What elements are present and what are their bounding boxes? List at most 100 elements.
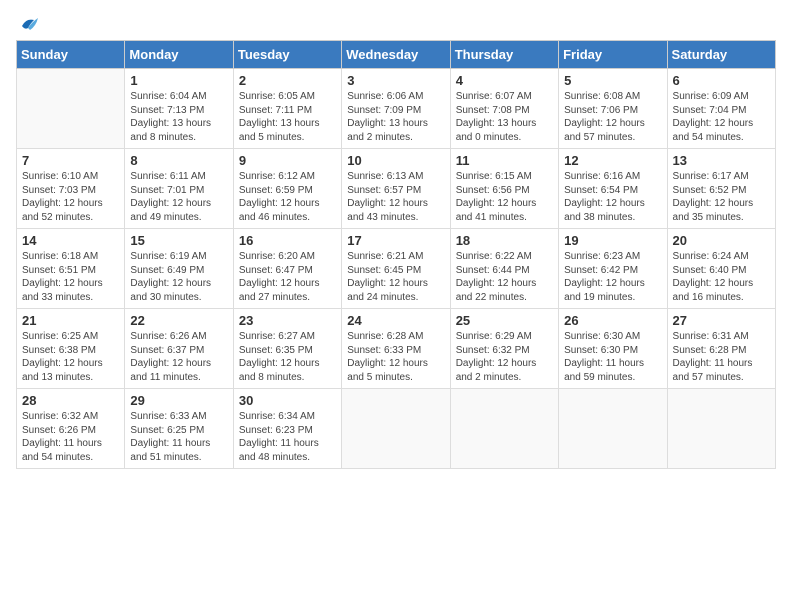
column-header-sunday: Sunday (17, 41, 125, 69)
cell-info: Sunrise: 6:29 AM Sunset: 6:32 PM Dayligh… (456, 330, 553, 384)
cell-info: Sunrise: 6:09 AM Sunset: 7:04 PM Dayligh… (673, 90, 770, 144)
calendar-cell: 10 Sunrise: 6:13 AM Sunset: 6:57 PM Dayli… (342, 149, 450, 229)
column-header-friday: Friday (559, 41, 667, 69)
logo (16, 16, 40, 32)
day-number: 21 (22, 313, 119, 328)
day-number: 6 (673, 73, 770, 88)
cell-info: Sunrise: 6:20 AM Sunset: 6:47 PM Dayligh… (239, 250, 336, 304)
cell-info: Sunrise: 6:30 AM Sunset: 6:30 PM Dayligh… (564, 330, 661, 384)
day-number: 27 (673, 313, 770, 328)
calendar-cell: 22 Sunrise: 6:26 AM Sunset: 6:37 PM Dayli… (125, 309, 233, 389)
calendar-week-row: 1 Sunrise: 6:04 AM Sunset: 7:13 PM Daylig… (17, 69, 776, 149)
calendar-cell (667, 389, 775, 469)
calendar-week-row: 28Sunrise: 6:32 AM Sunset: 6:26 PM Dayli… (17, 389, 776, 469)
day-number: 1 (130, 73, 227, 88)
cell-info: Sunrise: 6:04 AM Sunset: 7:13 PM Dayligh… (130, 90, 227, 144)
day-number: 23 (239, 313, 336, 328)
column-header-saturday: Saturday (667, 41, 775, 69)
calendar-cell: 4 Sunrise: 6:07 AM Sunset: 7:08 PM Daylig… (450, 69, 558, 149)
calendar-cell: 5 Sunrise: 6:08 AM Sunset: 7:06 PM Daylig… (559, 69, 667, 149)
calendar-cell: 12 Sunrise: 6:16 AM Sunset: 6:54 PM Dayli… (559, 149, 667, 229)
calendar-cell (342, 389, 450, 469)
calendar-cell: 24 Sunrise: 6:28 AM Sunset: 6:33 PM Dayli… (342, 309, 450, 389)
calendar-cell: 23 Sunrise: 6:27 AM Sunset: 6:35 PM Dayli… (233, 309, 341, 389)
day-number: 28 (22, 393, 119, 408)
cell-info: Sunrise: 6:05 AM Sunset: 7:11 PM Dayligh… (239, 90, 336, 144)
cell-info: Sunrise: 6:08 AM Sunset: 7:06 PM Dayligh… (564, 90, 661, 144)
cell-info: Sunrise: 6:21 AM Sunset: 6:45 PM Dayligh… (347, 250, 444, 304)
day-number: 18 (456, 233, 553, 248)
cell-info: Sunrise: 6:13 AM Sunset: 6:57 PM Dayligh… (347, 170, 444, 224)
column-header-monday: Monday (125, 41, 233, 69)
calendar-cell: 7Sunrise: 6:10 AM Sunset: 7:03 PM Daylig… (17, 149, 125, 229)
calendar-cell (559, 389, 667, 469)
day-number: 26 (564, 313, 661, 328)
day-number: 5 (564, 73, 661, 88)
column-header-wednesday: Wednesday (342, 41, 450, 69)
cell-info: Sunrise: 6:25 AM Sunset: 6:38 PM Dayligh… (22, 330, 119, 384)
day-number: 22 (130, 313, 227, 328)
calendar-cell: 17 Sunrise: 6:21 AM Sunset: 6:45 PM Dayli… (342, 229, 450, 309)
day-number: 12 (564, 153, 661, 168)
calendar-cell: 2 Sunrise: 6:05 AM Sunset: 7:11 PM Daylig… (233, 69, 341, 149)
day-number: 3 (347, 73, 444, 88)
cell-info: Sunrise: 6:23 AM Sunset: 6:42 PM Dayligh… (564, 250, 661, 304)
day-number: 4 (456, 73, 553, 88)
day-number: 30 (239, 393, 336, 408)
calendar-cell: 30 Sunrise: 6:34 AM Sunset: 6:23 PM Dayli… (233, 389, 341, 469)
cell-info: Sunrise: 6:22 AM Sunset: 6:44 PM Dayligh… (456, 250, 553, 304)
cell-info: Sunrise: 6:19 AM Sunset: 6:49 PM Dayligh… (130, 250, 227, 304)
column-header-tuesday: Tuesday (233, 41, 341, 69)
calendar-cell: 14Sunrise: 6:18 AM Sunset: 6:51 PM Dayli… (17, 229, 125, 309)
calendar-cell (450, 389, 558, 469)
day-number: 25 (456, 313, 553, 328)
cell-info: Sunrise: 6:27 AM Sunset: 6:35 PM Dayligh… (239, 330, 336, 384)
day-number: 8 (130, 153, 227, 168)
cell-info: Sunrise: 6:26 AM Sunset: 6:37 PM Dayligh… (130, 330, 227, 384)
day-number: 19 (564, 233, 661, 248)
logo-bird-icon (18, 16, 40, 36)
column-header-thursday: Thursday (450, 41, 558, 69)
calendar-cell: 8 Sunrise: 6:11 AM Sunset: 7:01 PM Daylig… (125, 149, 233, 229)
day-number: 14 (22, 233, 119, 248)
day-number: 11 (456, 153, 553, 168)
calendar-cell: 9Sunrise: 6:12 AM Sunset: 6:59 PM Daylig… (233, 149, 341, 229)
day-number: 15 (130, 233, 227, 248)
cell-info: Sunrise: 6:06 AM Sunset: 7:09 PM Dayligh… (347, 90, 444, 144)
calendar-cell: 29 Sunrise: 6:33 AM Sunset: 6:25 PM Dayli… (125, 389, 233, 469)
cell-info: Sunrise: 6:15 AM Sunset: 6:56 PM Dayligh… (456, 170, 553, 224)
calendar-cell: 20Sunrise: 6:24 AM Sunset: 6:40 PM Dayli… (667, 229, 775, 309)
calendar-week-row: 21 Sunrise: 6:25 AM Sunset: 6:38 PM Dayli… (17, 309, 776, 389)
cell-info: Sunrise: 6:34 AM Sunset: 6:23 PM Dayligh… (239, 410, 336, 464)
cell-info: Sunrise: 6:31 AM Sunset: 6:28 PM Dayligh… (673, 330, 770, 384)
calendar-cell: 28Sunrise: 6:32 AM Sunset: 6:26 PM Dayli… (17, 389, 125, 469)
cell-info: Sunrise: 6:33 AM Sunset: 6:25 PM Dayligh… (130, 410, 227, 464)
calendar-week-row: 7Sunrise: 6:10 AM Sunset: 7:03 PM Daylig… (17, 149, 776, 229)
day-number: 9 (239, 153, 336, 168)
calendar-cell: 3 Sunrise: 6:06 AM Sunset: 7:09 PM Daylig… (342, 69, 450, 149)
cell-info: Sunrise: 6:28 AM Sunset: 6:33 PM Dayligh… (347, 330, 444, 384)
page-header (16, 16, 776, 32)
calendar-header-row: SundayMondayTuesdayWednesdayThursdayFrid… (17, 41, 776, 69)
day-number: 10 (347, 153, 444, 168)
calendar-cell: 21 Sunrise: 6:25 AM Sunset: 6:38 PM Dayli… (17, 309, 125, 389)
day-number: 16 (239, 233, 336, 248)
day-number: 17 (347, 233, 444, 248)
calendar-cell: 19 Sunrise: 6:23 AM Sunset: 6:42 PM Dayli… (559, 229, 667, 309)
cell-info: Sunrise: 6:16 AM Sunset: 6:54 PM Dayligh… (564, 170, 661, 224)
calendar-cell: 16 Sunrise: 6:20 AM Sunset: 6:47 PM Dayli… (233, 229, 341, 309)
calendar-cell: 11 Sunrise: 6:15 AM Sunset: 6:56 PM Dayli… (450, 149, 558, 229)
calendar-cell (17, 69, 125, 149)
calendar-cell: 26 Sunrise: 6:30 AM Sunset: 6:30 PM Dayli… (559, 309, 667, 389)
cell-info: Sunrise: 6:17 AM Sunset: 6:52 PM Dayligh… (673, 170, 770, 224)
day-number: 24 (347, 313, 444, 328)
cell-info: Sunrise: 6:11 AM Sunset: 7:01 PM Dayligh… (130, 170, 227, 224)
calendar-cell: 13Sunrise: 6:17 AM Sunset: 6:52 PM Dayli… (667, 149, 775, 229)
calendar-cell: 6 Sunrise: 6:09 AM Sunset: 7:04 PM Daylig… (667, 69, 775, 149)
cell-info: Sunrise: 6:24 AM Sunset: 6:40 PM Dayligh… (673, 250, 770, 304)
calendar-cell: 1 Sunrise: 6:04 AM Sunset: 7:13 PM Daylig… (125, 69, 233, 149)
cell-info: Sunrise: 6:07 AM Sunset: 7:08 PM Dayligh… (456, 90, 553, 144)
day-number: 29 (130, 393, 227, 408)
calendar-cell: 18 Sunrise: 6:22 AM Sunset: 6:44 PM Dayli… (450, 229, 558, 309)
day-number: 2 (239, 73, 336, 88)
